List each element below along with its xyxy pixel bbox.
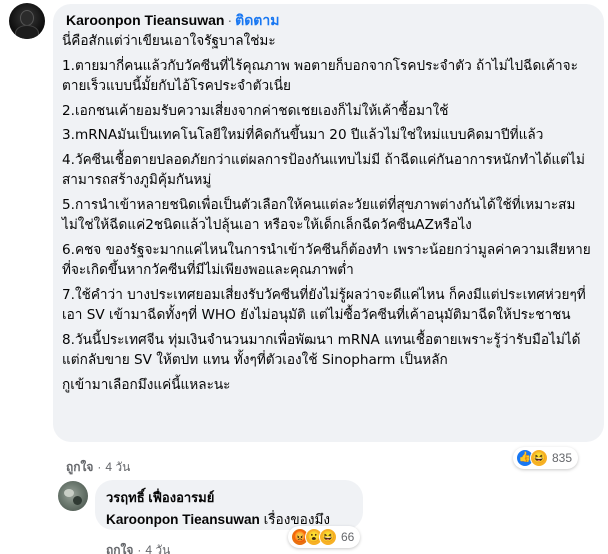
comment-paragraph: 3.mRNAมันเป็นเทคโนโลยีใหม่ที่คิดกันขึ้นม… xyxy=(62,127,544,143)
reply-text: เรื่องของมึง xyxy=(263,512,331,527)
comment-reactions[interactable]: 👍 😆 835 xyxy=(513,447,579,469)
reply-actions: ถูกใจ · 4 วัน xyxy=(106,541,170,554)
reply-timestamp[interactable]: 4 วัน xyxy=(145,543,170,554)
commenter-avatar[interactable] xyxy=(9,3,45,39)
haha-icon: 😆 xyxy=(319,528,337,546)
comment-paragraph: 6.คชจ ของรัฐจะมากแค่ไหนในการนำเข้าวัคซีน… xyxy=(62,241,591,279)
avatar-body xyxy=(15,25,39,39)
comment-paragraph: นี่คือสักแต่ว่าเขียนเอาใจรัฐบาลใช่มะ xyxy=(62,33,276,49)
haha-icon: 😆 xyxy=(530,449,548,467)
follow-link[interactable]: ติดตาม xyxy=(235,12,279,28)
comment-body: นี่คือสักแต่ว่าเขียนเอาใจรัฐบาลใช่มะ 1.ต… xyxy=(62,31,598,401)
reply-like-button[interactable]: ถูกใจ xyxy=(106,543,133,554)
comment-actions: ถูกใจ · 4 วัน xyxy=(66,458,130,477)
header-separator: · xyxy=(227,12,233,28)
comment-timestamp[interactable]: 4 วัน xyxy=(105,460,130,474)
reply-reactions[interactable]: 😡 😮 😆 66 xyxy=(288,526,361,548)
reply-mention-link[interactable]: Karoonpon Tieansuwan xyxy=(106,512,260,527)
comment-header: Karoonpon Tieansuwan · ติดตาม xyxy=(66,10,279,32)
replier-avatar[interactable] xyxy=(58,481,88,511)
comment-reaction-count: 835 xyxy=(552,451,573,465)
comment-paragraph: 4.วัคซีนเชื้อตายปลอดภัยกว่าแต่ผลการป้องก… xyxy=(62,151,585,189)
comment-paragraph: 8.วันนี้ประเทศจีน ทุ่มเงินจำนวนมากเพื่อพ… xyxy=(62,331,581,369)
reply-author-name[interactable]: วรฤทธิ์ เฟื่องอารมย์ xyxy=(106,487,214,508)
comment-paragraph: 5.การนำเข้าหลายชนิดเพื่อเป็นตัวเลือกให้ค… xyxy=(62,196,576,234)
comment-paragraph: 7.ใช้คำว่า บางประเทศยอมเสี่ยงรับวัคซีนที… xyxy=(62,286,586,324)
reply-actions-separator: · xyxy=(137,543,142,554)
comment-paragraph: กูเข้ามาเลือกมึงแค่นี้แหละนะ xyxy=(62,376,231,393)
actions-separator: · xyxy=(97,460,102,474)
comment-author-name[interactable]: Karoonpon Tieansuwan xyxy=(66,12,224,28)
avatar-detail xyxy=(64,489,74,497)
avatar-detail xyxy=(73,496,82,505)
avatar-face xyxy=(20,10,34,26)
comment-paragraph: 2.เอกชนเค้ายอมรับความเสี่ยงจากค่าชดเชยเอ… xyxy=(62,102,449,119)
reply-reaction-count: 66 xyxy=(341,530,355,544)
comment-paragraph: 1.ตายมากี่คนแล้วกับวัคซีนที่ไร้คุณภาพ พอ… xyxy=(62,57,578,95)
comment-like-button[interactable]: ถูกใจ xyxy=(66,460,93,474)
